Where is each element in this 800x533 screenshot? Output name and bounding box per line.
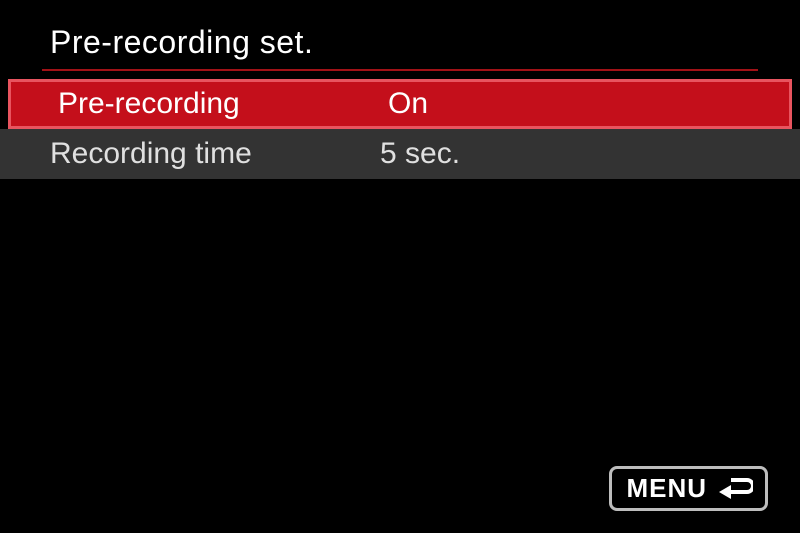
camera-menu-screen: Pre-recording set. Pre-recording On Reco…	[0, 0, 800, 533]
menu-item-recording-time[interactable]: Recording time 5 sec.	[0, 129, 800, 179]
title-divider	[42, 69, 758, 71]
menu-back-button[interactable]: MENU	[609, 466, 768, 511]
menu-button-label: MENU	[626, 473, 707, 504]
page-title: Pre-recording set.	[50, 24, 750, 61]
return-icon	[717, 476, 753, 502]
title-area: Pre-recording set.	[0, 0, 800, 69]
menu-item-pre-recording[interactable]: Pre-recording On	[8, 79, 792, 129]
menu-list: Pre-recording On Recording time 5 sec.	[0, 79, 800, 179]
menu-item-label: Pre-recording	[58, 87, 388, 121]
menu-item-value: On	[388, 87, 789, 121]
menu-item-label: Recording time	[50, 137, 380, 171]
menu-item-value: 5 sec.	[380, 137, 800, 171]
